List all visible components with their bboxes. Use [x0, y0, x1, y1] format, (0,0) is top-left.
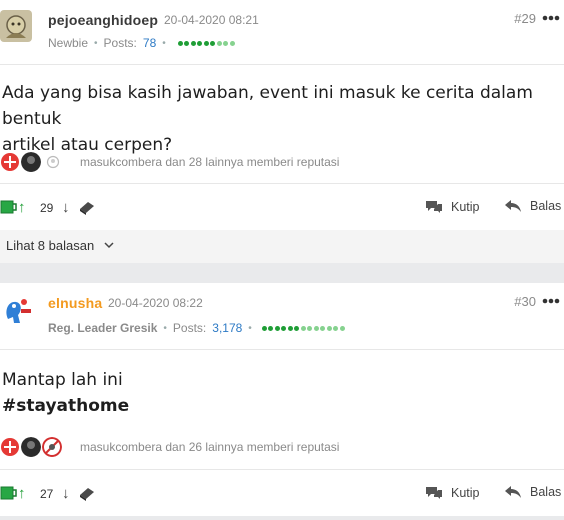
meta-separator: • — [94, 37, 98, 49]
replies-label: Lihat 8 balasan — [6, 238, 95, 253]
cendol-icon[interactable] — [0, 485, 18, 501]
posts-label: Posts: — [172, 321, 207, 335]
meta-separator: • — [248, 322, 252, 334]
divider — [0, 64, 564, 65]
meta-separator: • — [162, 37, 166, 49]
hashtag[interactable]: #stayathome — [2, 393, 129, 419]
post-datetime: 20-04-2020 08:22 — [108, 296, 203, 310]
post-separator — [0, 263, 564, 283]
reputation-dots — [177, 40, 235, 46]
arrow-down-icon[interactable]: ↓ — [62, 485, 70, 502]
reply-label: Balas — [530, 199, 562, 213]
reply-arrow-icon — [505, 486, 521, 498]
reactor-avatar — [21, 437, 41, 457]
quote-button[interactable]: Kutip — [425, 485, 480, 500]
arrow-up-icon[interactable]: ↑ — [18, 485, 26, 502]
user-meta: Reg. Leader Gresik • Posts: 3,178 • — [48, 321, 345, 335]
reputation-text[interactable]: masukcombera dan 26 lainnya memberi repu… — [80, 440, 339, 454]
post-number[interactable]: #30 — [514, 294, 536, 309]
vote-count: 27 — [40, 487, 54, 501]
reactor-avatar — [0, 437, 20, 457]
replies-toggle-label[interactable]: Lihat 8 balasan — [6, 238, 114, 253]
reactor-avatar — [0, 152, 20, 172]
post-29: pejoeanghidoep 20-04-2020 08:21 #29 Newb… — [0, 0, 564, 230]
more-dots-icon[interactable] — [542, 298, 560, 304]
cendol-icon[interactable] — [0, 199, 18, 215]
posts-count[interactable]: 3,178 — [212, 321, 242, 335]
quote-bubble-icon — [426, 487, 442, 499]
quote-button[interactable]: Kutip — [425, 199, 480, 214]
user-rank: Newbie — [48, 36, 89, 50]
quote-label: Kutip — [451, 199, 480, 214]
reply-arrow-icon — [505, 200, 521, 212]
content-line: Mantap lah ini — [2, 370, 123, 390]
username[interactable]: elnusha — [48, 295, 102, 311]
quote-bubble-icon — [426, 201, 442, 213]
reactor-avatar — [42, 437, 62, 457]
arrow-up-icon[interactable]: ↑ — [18, 199, 26, 216]
more-dots-icon[interactable] — [542, 15, 560, 21]
divider — [0, 183, 564, 184]
reply-button[interactable]: Balas — [504, 199, 561, 213]
avatar[interactable] — [0, 293, 32, 325]
post-datetime: 20-04-2020 08:21 — [164, 13, 259, 27]
reputation-text[interactable]: masukcombera dan 28 lainnya memberi repu… — [80, 155, 339, 169]
reactor-avatar — [21, 152, 41, 172]
post-content: Ada yang bisa kasih jawaban, event ini m… — [2, 80, 564, 158]
user-meta: Newbie • Posts: 78 • — [48, 36, 235, 50]
divider — [0, 469, 564, 470]
reply-label: Balas — [530, 485, 562, 499]
bata-icon[interactable] — [78, 199, 96, 215]
more-reactors-icon — [46, 155, 60, 169]
meta-separator: • — [163, 322, 167, 334]
arrow-down-icon[interactable]: ↓ — [62, 199, 70, 216]
divider — [0, 349, 564, 350]
user-rank: Reg. Leader Gresik — [48, 321, 158, 335]
vote-count: 29 — [40, 201, 54, 215]
post-number[interactable]: #29 — [514, 11, 536, 26]
reputation-dots — [261, 325, 345, 331]
post-content: Mantap lah ini #stayathome — [2, 367, 129, 419]
chevron-down-icon — [104, 242, 114, 249]
avatar[interactable] — [0, 10, 32, 42]
reply-button[interactable]: Balas — [504, 485, 561, 499]
post-separator — [0, 516, 564, 520]
bata-icon[interactable] — [78, 485, 96, 501]
reputation-row[interactable]: masukcombera dan 28 lainnya memberi repu… — [0, 152, 564, 172]
post-actions: ↑ 29 ↓ Kutip Balas — [0, 199, 564, 219]
post-actions: ↑ 27 ↓ Kutip Balas — [0, 485, 564, 505]
replies-toggle[interactable]: Lihat 8 balasan — [0, 230, 564, 263]
username[interactable]: pejoeanghidoep — [48, 12, 158, 28]
reputation-row[interactable]: masukcombera dan 26 lainnya memberi repu… — [0, 437, 564, 457]
quote-label: Kutip — [451, 485, 480, 500]
post-30: elnusha 20-04-2020 08:22 #30 Reg. Leader… — [0, 283, 564, 516]
posts-count[interactable]: 78 — [143, 36, 156, 50]
content-line: Ada yang bisa kasih jawaban, event ini m… — [2, 83, 533, 129]
posts-label: Posts: — [103, 36, 137, 50]
